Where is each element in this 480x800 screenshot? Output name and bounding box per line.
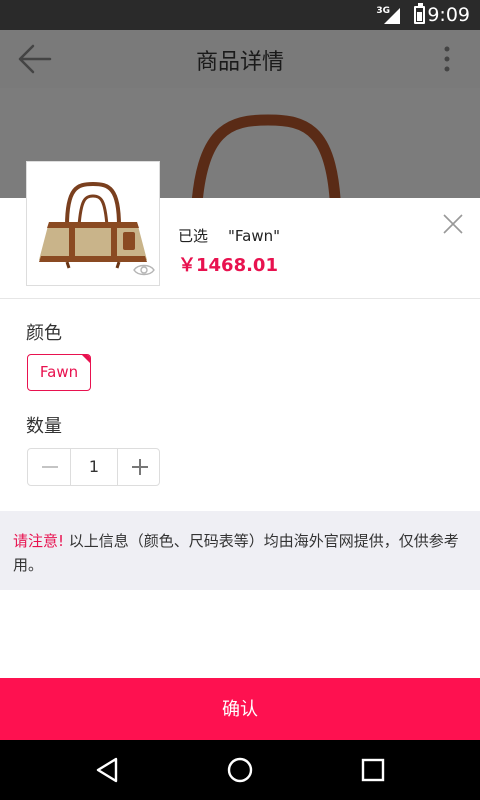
- confirm-button[interactable]: 确认: [0, 678, 480, 740]
- back-triangle-icon[interactable]: [91, 754, 123, 786]
- color-option-fawn[interactable]: Fawn: [27, 354, 91, 391]
- increase-quantity-button[interactable]: [117, 449, 160, 485]
- page-title: 商品详情: [195, 50, 284, 75]
- status-bar: 3G 9:09: [0, 0, 480, 30]
- eye-icon[interactable]: [133, 263, 155, 277]
- color-label: 颜色: [26, 323, 62, 344]
- divider: [0, 298, 480, 299]
- app-bar: 商品详情: [0, 30, 480, 88]
- notice-warning: 请注意!: [13, 532, 65, 550]
- system-nav-bar: [0, 740, 480, 800]
- quantity-label: 数量: [26, 416, 62, 437]
- close-icon[interactable]: [442, 213, 464, 235]
- signal-icon: [384, 8, 400, 24]
- selected-summary: 已选 "Fawn": [178, 225, 280, 246]
- quantity-stepper: 1: [27, 448, 160, 486]
- product-price: ￥1468.01: [178, 255, 278, 276]
- notice-banner: 请注意! 以上信息（颜色、尺码表等）均由海外官网提供，仅供参考用。: [0, 511, 480, 590]
- more-vertical-icon[interactable]: [444, 46, 450, 72]
- home-circle-icon[interactable]: [224, 754, 256, 786]
- notice-text: 以上信息（颜色、尺码表等）均由海外官网提供，仅供参考用。: [13, 532, 459, 574]
- quantity-value[interactable]: 1: [71, 449, 117, 485]
- selected-value: "Fawn": [228, 227, 281, 245]
- selected-label: 已选: [178, 227, 209, 245]
- decrease-quantity-button[interactable]: [28, 449, 71, 485]
- battery-charging-icon: [414, 3, 425, 24]
- recents-square-icon[interactable]: [357, 754, 389, 786]
- status-time: 9:09: [427, 4, 470, 26]
